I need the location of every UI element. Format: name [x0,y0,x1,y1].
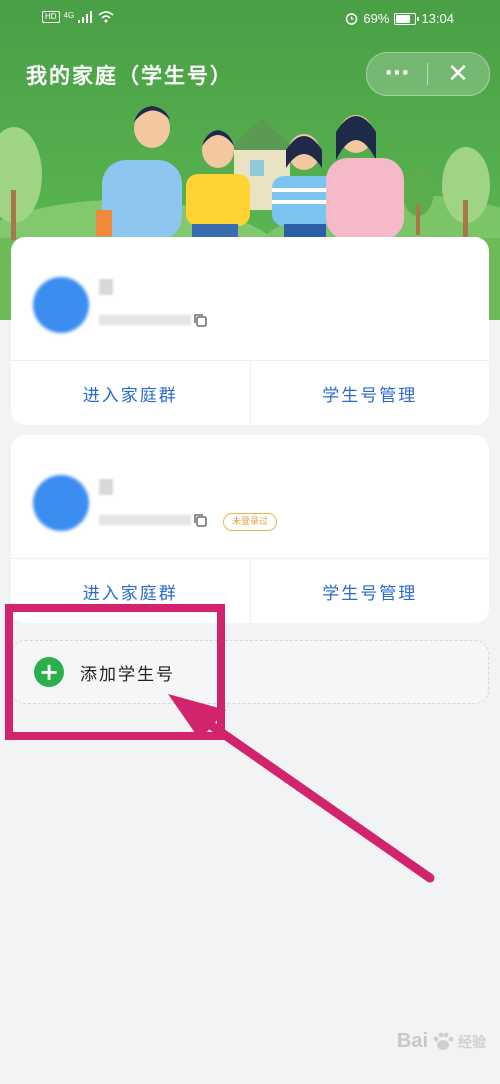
watermark: Bai 经验 [397,1030,486,1053]
annotation-arrow-icon [168,694,435,883]
paw-icon [433,1032,454,1050]
watermark-brand: Bai [396,1030,428,1052]
watermark-sub: 经验 [458,1033,486,1050]
